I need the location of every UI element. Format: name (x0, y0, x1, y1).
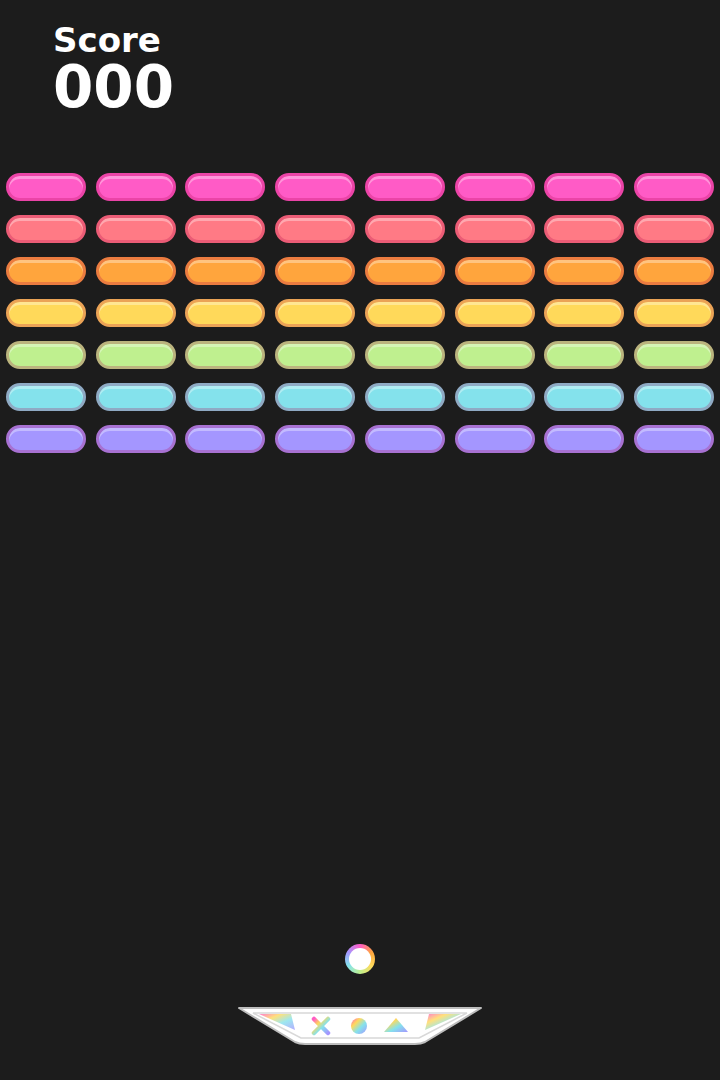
triangle-icon (384, 1018, 408, 1032)
brick (365, 173, 445, 201)
brick-wall (0, 150, 720, 453)
brick (6, 425, 86, 453)
brick (455, 425, 535, 453)
brick (6, 215, 86, 243)
game-screen: Score000 (0, 0, 720, 1080)
brick (365, 257, 445, 285)
brick (96, 173, 176, 201)
brick (634, 299, 714, 327)
brick (6, 257, 86, 285)
brick (544, 425, 624, 453)
score-value: 000 (53, 58, 720, 116)
brick (365, 341, 445, 369)
brick (275, 383, 355, 411)
brick (275, 173, 355, 201)
brick (275, 341, 355, 369)
brick (275, 257, 355, 285)
brick (634, 425, 714, 453)
brick (275, 425, 355, 453)
brick (544, 299, 624, 327)
brick (634, 257, 714, 285)
brick (96, 341, 176, 369)
brick (96, 257, 176, 285)
brick (275, 215, 355, 243)
brick (544, 173, 624, 201)
brick (185, 425, 265, 453)
brick (6, 383, 86, 411)
brick (185, 173, 265, 201)
brick (6, 341, 86, 369)
circle-icon (351, 1018, 367, 1034)
brick (544, 383, 624, 411)
brick (185, 341, 265, 369)
brick (634, 215, 714, 243)
brick (6, 173, 86, 201)
brick (455, 257, 535, 285)
ball-core (349, 948, 371, 970)
brick (544, 257, 624, 285)
brick (275, 299, 355, 327)
brick (185, 299, 265, 327)
brick (544, 215, 624, 243)
player-area (0, 944, 720, 1080)
paddle[interactable] (237, 1006, 483, 1046)
score-label: Score (53, 22, 720, 58)
brick (634, 173, 714, 201)
ball (345, 944, 375, 974)
brick (6, 299, 86, 327)
brick (634, 341, 714, 369)
brick (455, 341, 535, 369)
brick (185, 383, 265, 411)
brick (96, 383, 176, 411)
brick (365, 215, 445, 243)
brick (634, 383, 714, 411)
brick (365, 425, 445, 453)
brick (96, 425, 176, 453)
brick (365, 383, 445, 411)
brick (96, 299, 176, 327)
brick (544, 341, 624, 369)
play-field (0, 453, 720, 944)
brick (455, 383, 535, 411)
brick (365, 299, 445, 327)
brick (455, 215, 535, 243)
brick (455, 173, 535, 201)
brick (96, 215, 176, 243)
brick (185, 215, 265, 243)
brick (455, 299, 535, 327)
score-panel: Score000 (0, 0, 720, 150)
cross-icon (314, 1019, 328, 1033)
brick (185, 257, 265, 285)
